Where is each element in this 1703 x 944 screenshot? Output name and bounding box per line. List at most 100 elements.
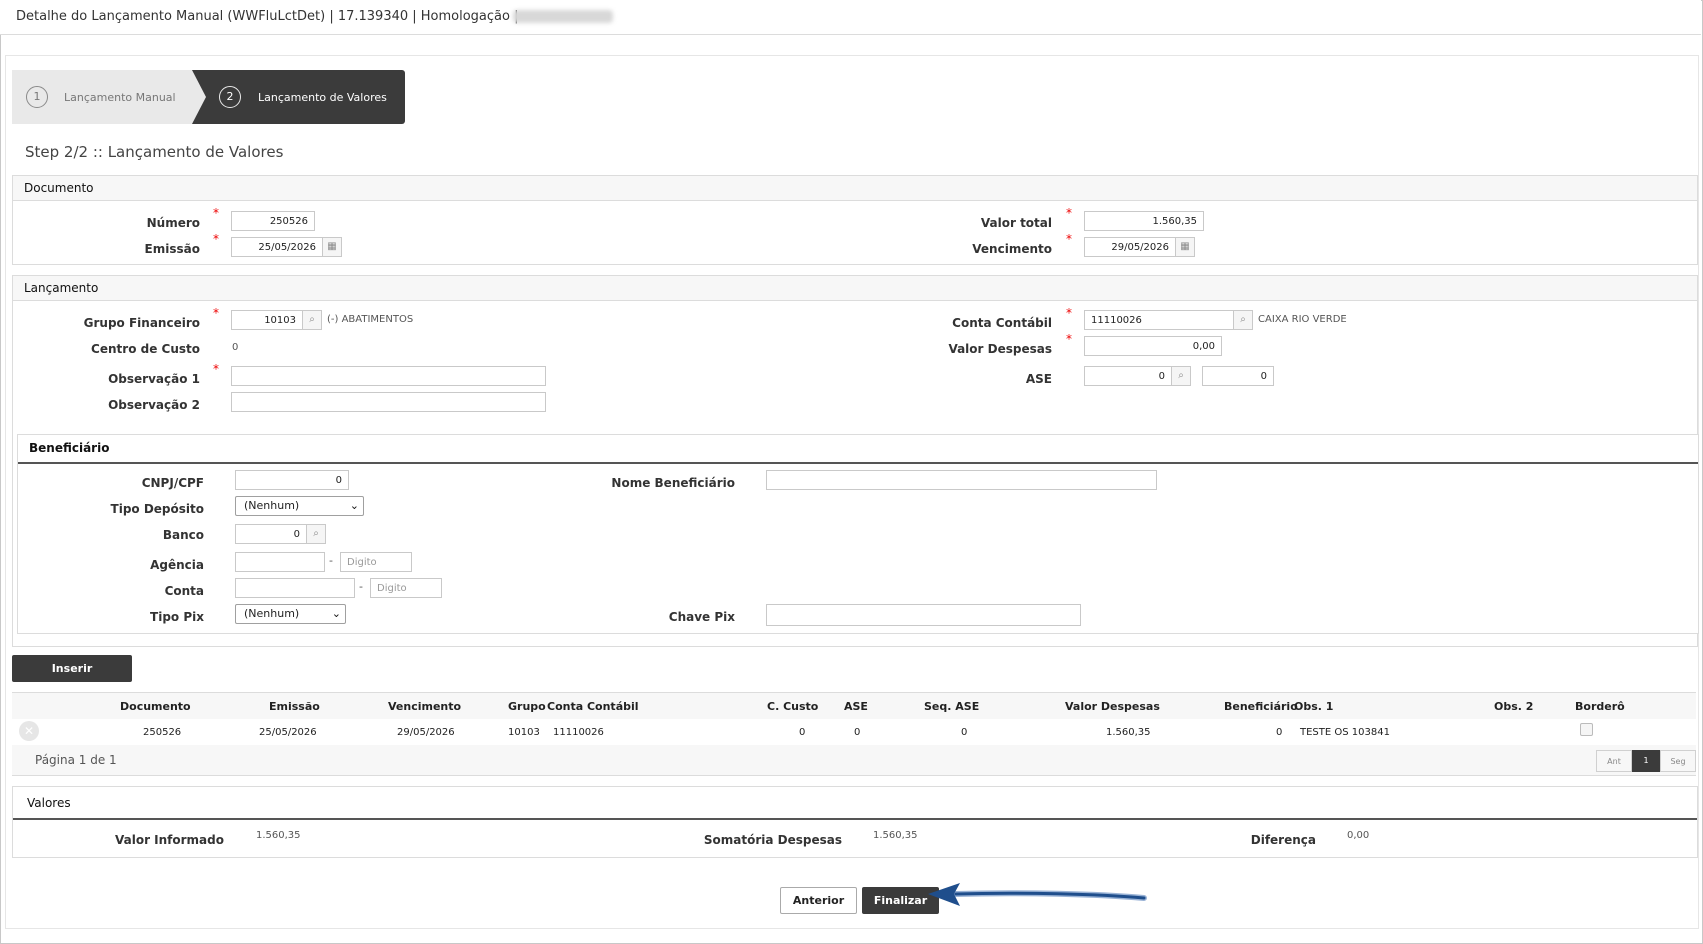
step-2-number: 2	[219, 86, 241, 108]
cell-ase: 0	[854, 727, 861, 738]
calendar-icon[interactable]: ▦	[1175, 237, 1195, 257]
valor-despesas-label: Valor Despesas	[948, 342, 1052, 356]
observacao-1-input[interactable]	[231, 366, 546, 386]
col-bordero[interactable]: Borderô	[1575, 700, 1625, 713]
beneficiario-title: Beneficiário	[29, 441, 110, 455]
valores-title: Valores	[27, 796, 71, 810]
numero-input[interactable]: 250526	[231, 211, 315, 231]
grupo-financeiro-input[interactable]: 10103	[231, 310, 303, 330]
col-grupo[interactable]: Grupo	[508, 700, 546, 713]
chave-pix-label: Chave Pix	[668, 610, 735, 624]
tipo-deposito-value: (Nenhum)	[244, 499, 300, 512]
separator-dash: -	[359, 580, 363, 593]
inserir-lancamento-button[interactable]: Inserir Lançamento	[12, 655, 132, 702]
cell-emissao: 25/05/2026	[259, 727, 317, 738]
cell-obs1: TESTE OS 103841	[1300, 727, 1390, 738]
calendar-icon[interactable]: ▦	[322, 237, 342, 257]
observacao-1-label: Observação 1	[108, 372, 200, 386]
annotation-arrow	[928, 883, 1147, 906]
centro-custo-label: Centro de Custo	[91, 342, 200, 356]
agencia-input[interactable]	[235, 552, 325, 572]
ase-input[interactable]: 0	[1084, 366, 1172, 386]
search-icon[interactable]: ⌕	[306, 524, 326, 544]
search-icon[interactable]: ⌕	[302, 310, 322, 330]
required-marker: *	[213, 206, 219, 220]
chave-pix-input[interactable]	[766, 604, 1081, 626]
grupo-financeiro-label: Grupo Financeiro	[83, 316, 200, 330]
cell-grupo: 10103	[508, 727, 540, 738]
search-icon[interactable]: ⌕	[1233, 310, 1253, 330]
vencimento-input[interactable]: 29/05/2026	[1084, 237, 1176, 257]
conta-contabil-input[interactable]: 11110026	[1084, 310, 1234, 330]
col-vencimento[interactable]: Vencimento	[388, 700, 461, 713]
conta-contabil-label: Conta Contábil	[952, 316, 1052, 330]
agencia-digito-input[interactable]: Digito	[340, 552, 412, 572]
observacao-2-label: Observação 2	[108, 398, 200, 412]
diferenca-label: Diferença	[1250, 833, 1316, 847]
cell-beneficiario: 0	[1276, 727, 1283, 738]
bordero-checkbox[interactable]	[1580, 723, 1593, 736]
col-c-custo[interactable]: C. Custo	[767, 700, 818, 713]
pager-prev-button[interactable]: Ant	[1596, 750, 1632, 772]
valores-section: Valores	[12, 786, 1698, 858]
col-conta-contabil[interactable]: Conta Contábil	[547, 700, 639, 713]
cnpj-cpf-input[interactable]: 0	[235, 470, 349, 490]
anterior-button[interactable]: Anterior	[780, 887, 857, 914]
col-beneficiario[interactable]: Beneficiário	[1224, 700, 1298, 713]
nome-beneficiario-input[interactable]	[766, 470, 1157, 490]
diferenca-value: 0,00	[1347, 830, 1370, 841]
observacao-2-input[interactable]	[231, 392, 546, 412]
page-title: Step 2/2 :: Lançamento de Valores	[25, 143, 284, 161]
emissao-input[interactable]: 25/05/2026	[231, 237, 323, 257]
conta-digito-input[interactable]: Digito	[370, 578, 442, 598]
valor-total-input[interactable]: 1.560,35	[1084, 211, 1204, 231]
tipo-pix-value: (Nenhum)	[244, 607, 300, 620]
col-seq-ase[interactable]: Seq. ASE	[924, 700, 979, 713]
nome-beneficiario-label: Nome Beneficiário	[611, 476, 735, 490]
required-marker: *	[1066, 206, 1072, 220]
col-ase[interactable]: ASE	[844, 700, 868, 713]
tipo-pix-select[interactable]: (Nenhum) ⌄	[235, 604, 346, 624]
cell-ccusto: 0	[799, 727, 806, 738]
grupo-financeiro-desc: (-) ABATIMENTOS	[327, 314, 414, 325]
redacted-text	[513, 10, 613, 23]
banco-label: Banco	[162, 528, 204, 542]
conta-input[interactable]	[235, 578, 355, 598]
col-valor-despesas[interactable]: Valor Despesas	[1065, 700, 1160, 713]
required-marker: *	[1066, 232, 1072, 246]
valor-informado-value: 1.560,35	[256, 830, 301, 841]
cell-vencimento: 29/05/2026	[397, 727, 455, 738]
conta-label: Conta	[164, 584, 204, 598]
required-marker: *	[213, 232, 219, 246]
tipo-deposito-select[interactable]: (Nenhum) ⌄	[235, 496, 364, 516]
lancamento-header: Lançamento	[13, 276, 1697, 301]
centro-custo-value: 0	[232, 342, 239, 353]
vencimento-label: Vencimento	[972, 242, 1052, 256]
search-icon[interactable]: ⌕	[1171, 366, 1191, 386]
required-marker: *	[1066, 332, 1072, 346]
banco-input[interactable]: 0	[235, 524, 307, 544]
separator-dash: -	[329, 554, 333, 567]
pager-text: Página 1 de 1	[35, 753, 117, 767]
pager-page-button[interactable]: 1	[1632, 750, 1660, 772]
somatoria-despesas-value: 1.560,35	[873, 830, 918, 841]
delete-row-icon[interactable]: ✕	[19, 721, 39, 741]
wizard-chevron	[192, 70, 206, 124]
tipo-deposito-label: Tipo Depósito	[110, 502, 204, 516]
tipo-pix-label: Tipo Pix	[150, 610, 204, 624]
step-1-label: Lançamento Manual	[64, 91, 176, 104]
conta-contabil-desc: CAIXA RIO VERDE	[1258, 314, 1347, 325]
cnpj-cpf-label: CNPJ/CPF	[141, 476, 204, 490]
required-marker: *	[213, 362, 219, 376]
col-obs-1[interactable]: Obs. 1	[1294, 700, 1333, 713]
valor-despesas-input[interactable]: 0,00	[1084, 336, 1222, 356]
documento-header: Documento	[13, 176, 1697, 201]
required-marker: *	[1066, 306, 1072, 320]
seq-ase-input[interactable]: 0	[1202, 366, 1274, 386]
beneficiario-header: Beneficiário	[18, 435, 1698, 464]
col-documento[interactable]: Documento	[120, 700, 191, 713]
col-obs-2[interactable]: Obs. 2	[1494, 700, 1533, 713]
col-emissao[interactable]: Emissão	[269, 700, 320, 713]
pager-next-button[interactable]: Seg	[1660, 750, 1696, 772]
table-row[interactable]: ✕ 250526 25/05/2026 29/05/2026 10103 111…	[12, 719, 1696, 745]
